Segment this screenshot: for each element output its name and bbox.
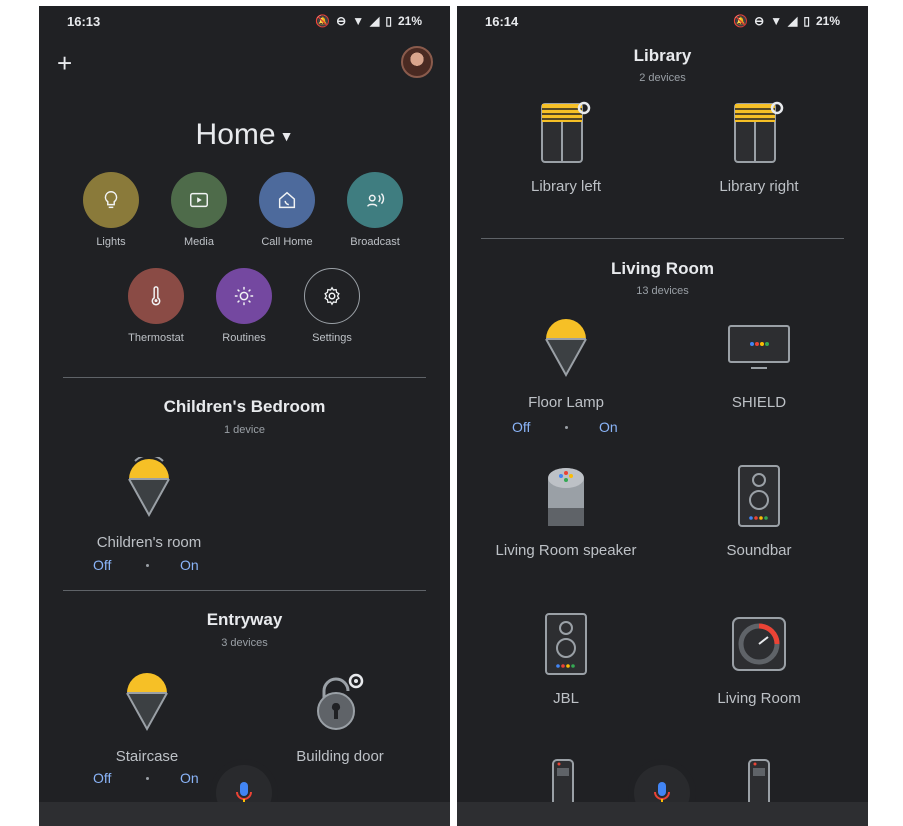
room-device-count: 1 device <box>224 424 265 436</box>
room-title-entryway: Entryway <box>206 610 283 629</box>
device-building-door[interactable]: Building door <box>245 666 435 765</box>
shortcut-lights[interactable]: Lights <box>66 172 156 248</box>
wifi-icon: ▼ <box>770 14 783 28</box>
wifi-icon: ▼ <box>352 14 365 28</box>
lamp-icon <box>52 666 242 738</box>
notifications-off-icon: 🔕 <box>733 14 749 28</box>
battery-icon: ▯ <box>385 14 392 28</box>
device-library-left[interactable]: Library left <box>471 96 661 195</box>
lamp-icon <box>471 312 661 384</box>
battery-percent: 21% <box>815 14 840 28</box>
blinds-icon <box>471 96 661 168</box>
divider <box>63 377 426 378</box>
phone-screen-devices: 16:14 🔕 ⊖ ▼ ◢ ▯ 21% Library 2 devices Li… <box>457 6 868 826</box>
device-living-room-thermostat[interactable]: Living Room <box>664 608 854 707</box>
status-bar: 16:14 🔕 ⊖ ▼ ◢ ▯ 21% <box>457 6 868 36</box>
broadcast-icon[interactable] <box>347 172 403 228</box>
device-childrens-room[interactable]: Children's room <box>54 452 244 551</box>
phone-screen-home: 16:13 🔕 ⊖ ▼ ◢ ▯ 21% + Home ▼ Lights Media… <box>39 6 450 826</box>
shortcut-media[interactable]: Media <box>154 172 244 248</box>
thermometer-icon[interactable] <box>128 268 184 324</box>
media-icon[interactable] <box>171 172 227 228</box>
thermostat-icon <box>664 608 854 680</box>
device-staircase[interactable]: Staircase <box>52 666 242 765</box>
lightbulb-icon[interactable] <box>83 172 139 228</box>
on-button[interactable]: On <box>599 419 618 435</box>
do-not-disturb-icon: ⊖ <box>754 14 765 28</box>
speaker-icon <box>664 460 854 532</box>
bottom-navigation[interactable] <box>457 802 868 826</box>
smart-speaker-icon <box>471 460 661 532</box>
shortcut-settings[interactable]: Settings <box>287 268 377 344</box>
device-floor-lamp[interactable]: Floor Lamp <box>471 312 661 411</box>
speaker-icon <box>471 608 661 680</box>
shortcut-routines[interactable]: Routines <box>199 268 289 344</box>
blinds-icon <box>664 96 854 168</box>
page-title: Home <box>195 118 276 151</box>
notifications-off-icon: 🔕 <box>315 14 331 28</box>
gear-icon[interactable] <box>304 268 360 324</box>
separator-dot <box>146 777 149 780</box>
divider <box>481 238 844 239</box>
do-not-disturb-icon: ⊖ <box>336 14 347 28</box>
status-bar: 16:13 🔕 ⊖ ▼ ◢ ▯ 21% <box>39 6 450 36</box>
home-selector[interactable]: Home ▼ <box>39 118 450 152</box>
shortcut-broadcast[interactable]: Broadcast <box>330 172 420 248</box>
add-button[interactable]: + <box>57 50 72 76</box>
bottom-navigation[interactable] <box>39 802 450 826</box>
signal-icon: ◢ <box>788 14 798 28</box>
call-home-icon[interactable] <box>259 172 315 228</box>
routines-icon[interactable] <box>216 268 272 324</box>
room-device-count: 3 devices <box>221 637 268 649</box>
off-button[interactable]: Off <box>93 557 111 573</box>
avatar[interactable] <box>401 46 433 78</box>
device-soundbar[interactable]: Soundbar <box>664 460 854 559</box>
device-library-right[interactable]: Library right <box>664 96 854 195</box>
status-time: 16:14 <box>485 14 519 29</box>
device-jbl[interactable]: JBL <box>471 608 661 707</box>
room-device-count: 13 devices <box>636 285 689 297</box>
shortcut-call-home[interactable]: Call Home <box>242 172 332 248</box>
room-title-living-room: Living Room <box>611 259 714 278</box>
device-living-room-speaker[interactable]: Living Room speaker <box>471 460 661 559</box>
device-shield[interactable]: SHIELD <box>664 312 854 411</box>
room-device-count: 2 devices <box>639 72 686 84</box>
off-button[interactable]: Off <box>93 770 111 786</box>
on-button[interactable]: On <box>180 770 199 786</box>
signal-icon: ◢ <box>370 14 380 28</box>
divider <box>63 590 426 591</box>
tv-icon <box>664 312 854 384</box>
lamp-icon <box>54 452 244 524</box>
shortcut-thermostat[interactable]: Thermostat <box>111 268 201 344</box>
status-time: 16:13 <box>67 14 101 29</box>
on-button[interactable]: On <box>180 557 199 573</box>
battery-percent: 21% <box>397 14 422 28</box>
lock-icon <box>245 666 435 738</box>
separator-dot <box>565 426 568 429</box>
battery-icon: ▯ <box>803 14 810 28</box>
room-title-childrens-bedroom: Children's Bedroom <box>163 397 326 416</box>
off-button[interactable]: Off <box>512 419 530 435</box>
caret-down-icon: ▼ <box>279 128 294 145</box>
room-title-library: Library <box>633 46 692 65</box>
separator-dot <box>146 564 149 567</box>
